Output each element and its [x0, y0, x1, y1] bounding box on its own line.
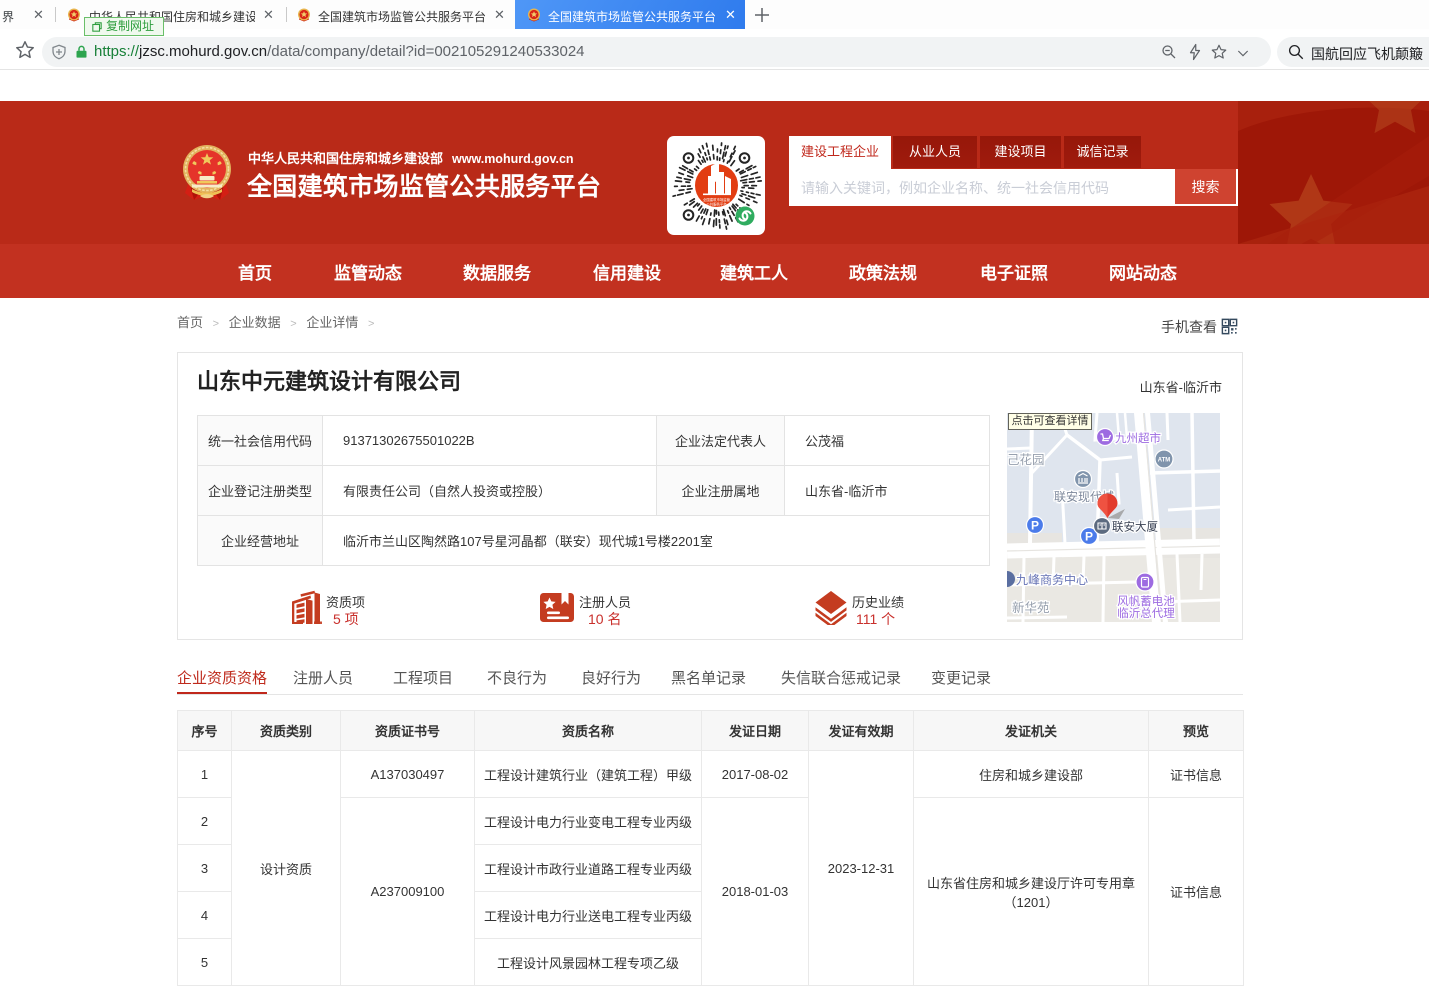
svg-text:风帆蓄电池: 风帆蓄电池 [1117, 594, 1175, 608]
svg-text:全国建筑市场监管: 全国建筑市场监管 [703, 197, 731, 202]
svg-text:P: P [1031, 519, 1039, 533]
svg-text:临沂总代理: 临沂总代理 [1117, 606, 1175, 620]
svg-text:公共服务平台: 公共服务平台 [706, 202, 727, 207]
svg-text:ATM: ATM [1158, 458, 1171, 464]
svg-text:己花园: 己花园 [1007, 452, 1045, 467]
svg-text:联安大厦: 联安大厦 [1112, 520, 1158, 534]
svg-text:新华苑: 新华苑 [1012, 600, 1050, 615]
svg-text:九峰商务中心: 九峰商务中心 [1016, 572, 1088, 587]
svg-text:P: P [1085, 530, 1093, 544]
svg-text:九州超市: 九州超市 [1115, 431, 1161, 445]
